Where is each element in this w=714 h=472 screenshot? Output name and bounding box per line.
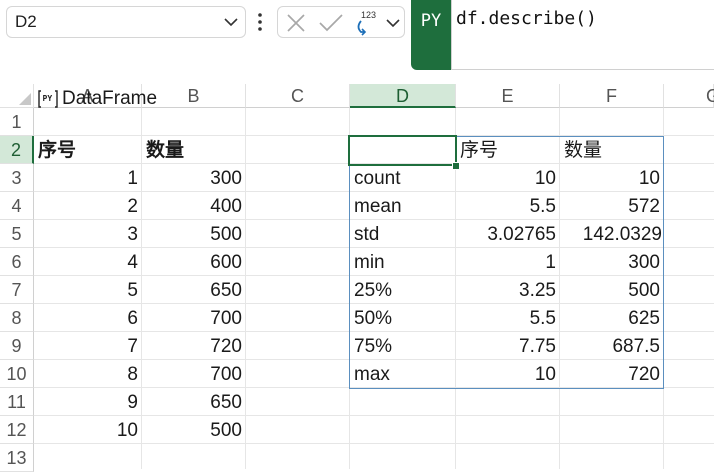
cell-a7[interactable]: 5 xyxy=(34,276,142,304)
name-box[interactable]: D2 xyxy=(6,6,246,38)
cell-a3[interactable]: 1 xyxy=(34,164,142,192)
python-dataframe-icon[interactable]: PY xyxy=(38,90,58,108)
row-header-12[interactable]: 12 xyxy=(0,416,34,444)
cell-f8[interactable]: 625 xyxy=(560,304,664,332)
cell-d4[interactable]: mean xyxy=(350,192,456,220)
cell-f7[interactable]: 500 xyxy=(560,276,664,304)
chevron-down-icon[interactable] xyxy=(386,18,400,28)
fill-handle[interactable] xyxy=(452,162,460,170)
cell-a8[interactable]: 6 xyxy=(34,304,142,332)
cell-f5[interactable]: 142.0329 xyxy=(560,220,664,248)
cell-d10[interactable]: max xyxy=(350,360,456,388)
chevron-down-icon[interactable] xyxy=(224,17,238,27)
row-header-5[interactable]: 5 xyxy=(0,220,34,248)
cell-b4[interactable]: 400 xyxy=(142,192,246,220)
column-header-e[interactable]: E xyxy=(456,84,560,108)
cell-a9[interactable]: 7 xyxy=(34,332,142,360)
formula-bar-area: D2 123 PY df.describe() xyxy=(0,0,714,84)
svg-text:PY: PY xyxy=(43,94,53,103)
cell-d5[interactable]: std xyxy=(350,220,456,248)
cell-f3[interactable]: 10 xyxy=(560,164,664,192)
cell-a6[interactable]: 4 xyxy=(34,248,142,276)
123-output-icon[interactable]: 123 xyxy=(352,9,382,37)
row-header-1[interactable]: 1 xyxy=(0,108,34,136)
cell-b2[interactable]: 数量 xyxy=(142,136,246,164)
cell-d2[interactable] xyxy=(350,136,456,164)
cell-b11[interactable]: 650 xyxy=(142,388,246,416)
row-header-10[interactable]: 10 xyxy=(0,360,34,388)
select-all-triangle-icon xyxy=(19,93,31,105)
python-mode-badge[interactable]: PY xyxy=(411,0,451,70)
cell-b8[interactable]: 700 xyxy=(142,304,246,332)
column-header-c[interactable]: C xyxy=(246,84,350,108)
row-header-8[interactable]: 8 xyxy=(0,304,34,332)
column-header-g[interactable]: G xyxy=(664,84,714,108)
cell-e8[interactable]: 5.5 xyxy=(456,304,560,332)
cell-e3[interactable]: 10 xyxy=(456,164,560,192)
cell-b6[interactable]: 600 xyxy=(142,248,246,276)
spreadsheet-grid: A B C D E F G 1 2 3 4 5 6 7 8 9 10 11 12… xyxy=(0,84,714,472)
row-header-3[interactable]: 3 xyxy=(0,164,34,192)
formula-text: df.describe() xyxy=(456,8,597,29)
x-icon[interactable] xyxy=(286,13,306,33)
svg-text:123: 123 xyxy=(361,10,376,20)
check-icon[interactable] xyxy=(318,13,344,33)
dataframe-label: DataFrame xyxy=(62,88,158,109)
cell-d6[interactable]: min xyxy=(350,248,456,276)
name-box-value: D2 xyxy=(15,12,37,31)
column-header-f[interactable]: F xyxy=(560,84,664,108)
cell-d8[interactable]: 50% xyxy=(350,304,456,332)
select-all-corner[interactable] xyxy=(0,84,34,108)
cell-e9[interactable]: 7.75 xyxy=(456,332,560,360)
cell-f6[interactable]: 300 xyxy=(560,248,664,276)
cell-f9[interactable]: 687.5 xyxy=(560,332,664,360)
cell-b9[interactable]: 720 xyxy=(142,332,246,360)
cell-d3[interactable]: count xyxy=(350,164,456,192)
formula-buttons: 123 xyxy=(277,6,405,38)
cell-a11[interactable]: 9 xyxy=(34,388,142,416)
column-header-d[interactable]: D xyxy=(350,84,456,108)
cell-f2[interactable]: 数量 xyxy=(560,136,664,164)
cell-b10[interactable]: 700 xyxy=(142,360,246,388)
row-header-7[interactable]: 7 xyxy=(0,276,34,304)
cell-a5[interactable]: 3 xyxy=(34,220,142,248)
row-header-6[interactable]: 6 xyxy=(0,248,34,276)
formula-input[interactable]: df.describe() xyxy=(451,0,714,70)
cell-e5[interactable]: 3.02765 xyxy=(456,220,560,248)
vertical-dots-icon[interactable] xyxy=(256,12,264,32)
cell-a12[interactable]: 10 xyxy=(34,416,142,444)
cell-a2[interactable]: 序号 xyxy=(34,136,142,164)
cell-e6[interactable]: 1 xyxy=(456,248,560,276)
cell-d9[interactable]: 75% xyxy=(350,332,456,360)
cell-e7[interactable]: 3.25 xyxy=(456,276,560,304)
row-header-11[interactable]: 11 xyxy=(0,388,34,416)
row-header-4[interactable]: 4 xyxy=(0,192,34,220)
cell-a10[interactable]: 8 xyxy=(34,360,142,388)
cell-b5[interactable]: 500 xyxy=(142,220,246,248)
row-header-9[interactable]: 9 xyxy=(0,332,34,360)
cell-f10[interactable]: 720 xyxy=(560,360,664,388)
cell-e2[interactable]: 序号 xyxy=(456,136,560,164)
cell-b12[interactable]: 500 xyxy=(142,416,246,444)
cell-f4[interactable]: 572 xyxy=(560,192,664,220)
cell-d7[interactable]: 25% xyxy=(350,276,456,304)
row-header-2[interactable]: 2 xyxy=(0,136,34,164)
column-header-b[interactable]: B xyxy=(142,84,246,108)
cell-b7[interactable]: 650 xyxy=(142,276,246,304)
cell-e10[interactable]: 10 xyxy=(456,360,560,388)
cell-e4[interactable]: 5.5 xyxy=(456,192,560,220)
row-header-13[interactable]: 13 xyxy=(0,444,34,472)
cell-a4[interactable]: 2 xyxy=(34,192,142,220)
cell-b3[interactable]: 300 xyxy=(142,164,246,192)
